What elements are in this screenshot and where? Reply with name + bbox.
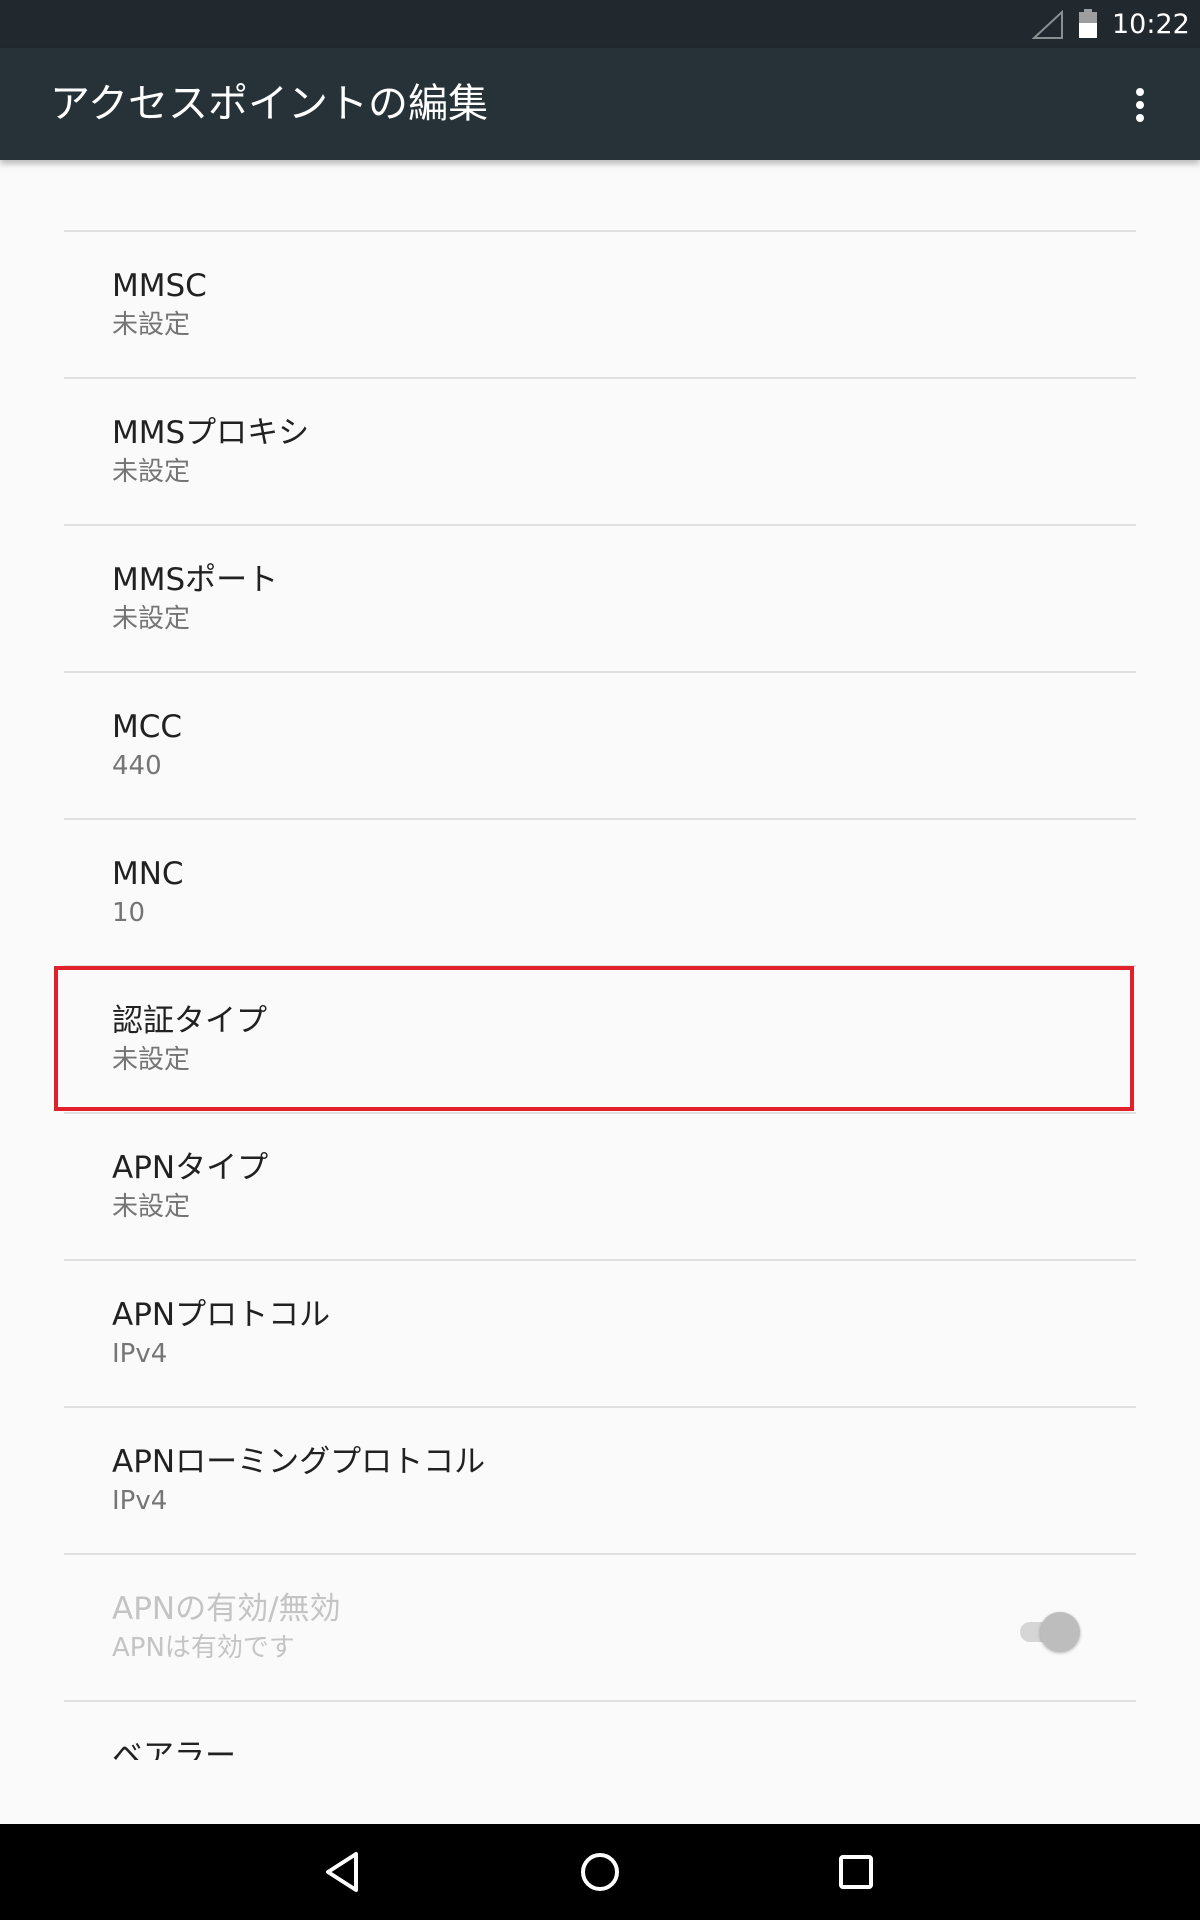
pref-summary: 10 [112,898,146,928]
pref-title: ベアラー [112,1738,236,1760]
pref-summary: 未設定 [112,604,191,634]
pref-mmsc[interactable]: MMSC 未設定 [64,232,1136,379]
pref-mms-proxy[interactable]: MMSプロキシ 未設定 [64,379,1136,526]
recents-icon[interactable] [828,1844,884,1900]
pref-bearer[interactable]: ベアラー [64,1702,1136,1760]
status-bar: 10:22 [0,0,1200,48]
signal-icon [1032,10,1063,39]
pref-summary: APNは有効です [112,1633,295,1663]
pref-title: MCC [112,709,183,745]
pref-apn-protocol[interactable]: APNプロトコル IPv4 [64,1261,1136,1408]
apn-enable-switch [1014,1610,1082,1654]
navigation-bar [0,1824,1200,1920]
pref-summary: 440 [112,751,162,781]
home-icon[interactable] [572,1844,628,1900]
pref-summary: 未設定 [112,457,191,487]
pref-apn-roaming-protocol[interactable]: APNローミングプロトコル IPv4 [64,1408,1136,1555]
preference-list[interactable]: MMSC 未設定 MMSプロキシ 未設定 MMSポート 未設定 MCC 440 … [0,160,1200,1760]
pref-summary: 未設定 [112,1045,191,1075]
pref-summary: IPv4 [112,1486,168,1516]
switch-thumb [1040,1612,1080,1652]
pref-apn-enable: APNの有効/無効 APNは有効です [64,1555,1136,1702]
pref-title: MMSC [112,268,207,304]
status-time: 10:22 [1112,9,1190,40]
pref-summary: 未設定 [112,1192,191,1222]
pref-title: APNプロトコル [112,1297,331,1333]
pref-auth-type[interactable]: 認証タイプ 未設定 [64,967,1136,1114]
pref-mnc[interactable]: MNC 10 [64,820,1136,967]
pref-title: MNC [112,856,184,892]
back-icon[interactable] [316,1844,372,1900]
pref-apn-type[interactable]: APNタイプ 未設定 [64,1114,1136,1261]
page-title: アクセスポイントの編集 [50,81,488,127]
pref-mms-port[interactable]: MMSポート 未設定 [64,526,1136,673]
pref-title: APNタイプ [112,1150,269,1186]
pref-title: MMSプロキシ [112,415,310,451]
pref-title: APNローミングプロトコル [112,1444,486,1480]
pref-title: 認証タイプ [112,1003,267,1039]
more-vert-icon[interactable] [1120,78,1160,132]
battery-icon [1079,9,1097,38]
app-bar: アクセスポイントの編集 [0,48,1200,160]
pref-summary: 未設定 [112,310,191,340]
pref-mcc[interactable]: MCC 440 [64,673,1136,820]
pref-title: APNの有効/無効 [112,1591,341,1627]
pref-summary: IPv4 [112,1339,168,1369]
pref-title: MMSポート [112,562,279,598]
